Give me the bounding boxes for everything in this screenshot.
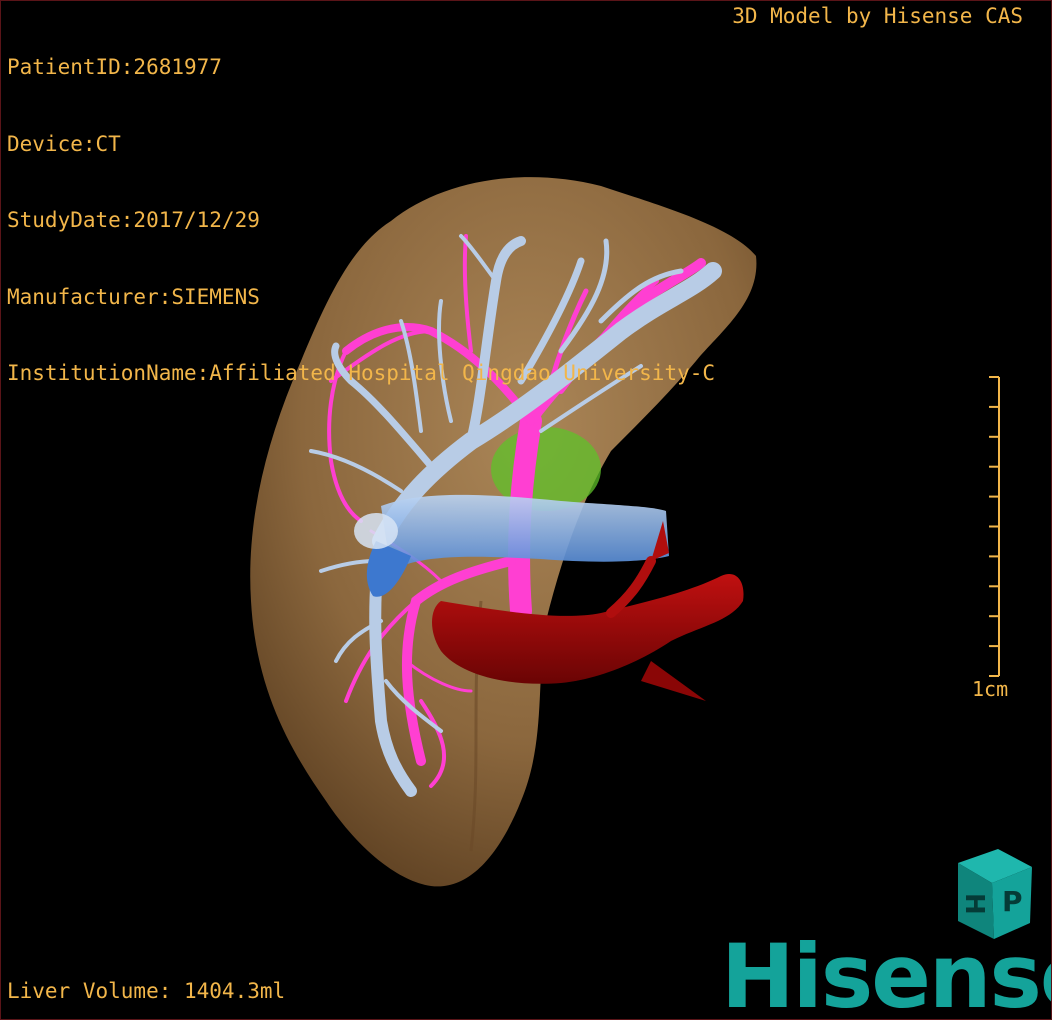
cube-letter-p: P xyxy=(1002,885,1023,918)
liver-volume: Liver Volume: 1404.3ml xyxy=(7,979,286,1003)
device: Device:CT xyxy=(7,131,121,156)
model-credit: 3D Model by Hisense CAS xyxy=(732,4,1023,28)
hisense-logo: Hisense xyxy=(721,925,1051,1020)
scale-bar-label: 1cm xyxy=(972,677,1009,701)
study-date: StudyDate:2017/12/29 xyxy=(7,208,260,232)
dicom-info-panel: PatientID:2681977 Device:CT StudyDate:20… xyxy=(7,4,715,438)
institution-name: InstitutionName:Affiliated Hospital Qing… xyxy=(7,361,716,385)
patient-id: PatientID:2681977 xyxy=(7,55,222,79)
cube-letter-h: H xyxy=(959,893,989,915)
manufacturer: Manufacturer:SIEMENS xyxy=(7,284,260,309)
scale-bar xyxy=(989,376,1000,677)
3d-viewport[interactable]: PatientID:2681977 Device:CT StudyDate:20… xyxy=(0,0,1052,1020)
